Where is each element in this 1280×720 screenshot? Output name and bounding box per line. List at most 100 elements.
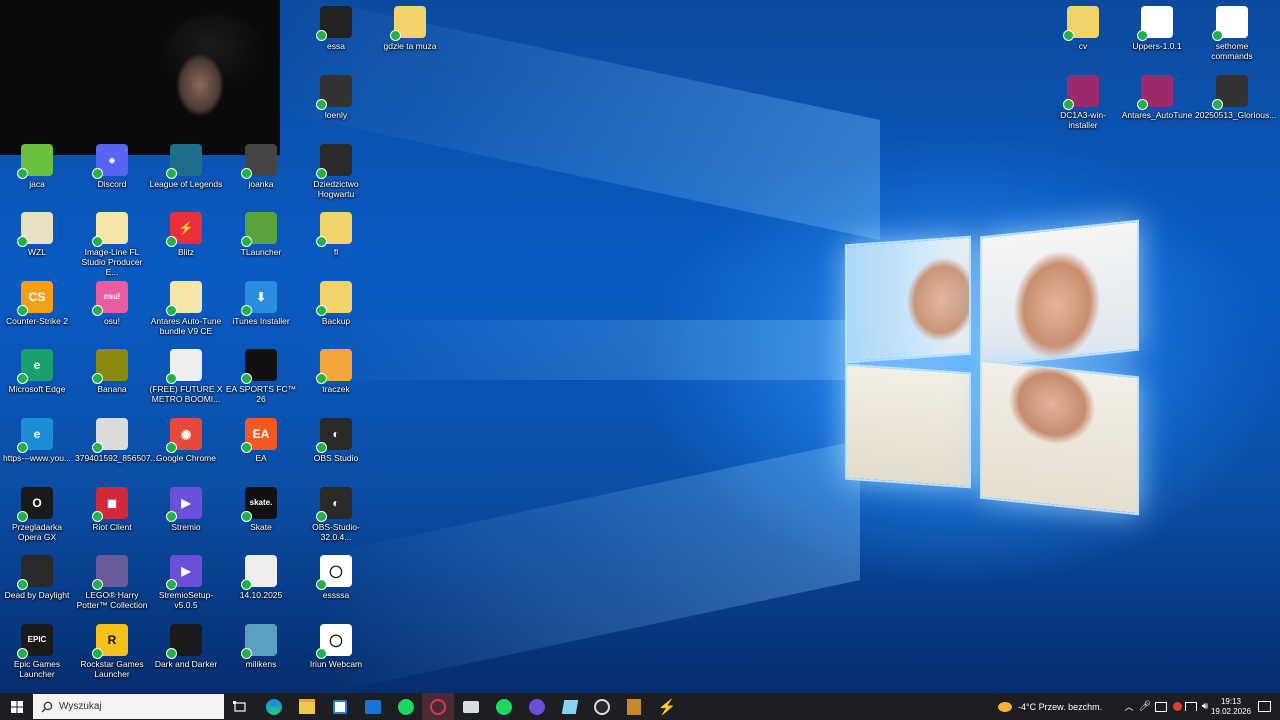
desktop-icon[interactable]: 20250513_Glorious... (1195, 75, 1276, 120)
desktop-icon[interactable]: EA EA (224, 418, 298, 463)
desktop-icon-label: 379401592_856507... (75, 453, 158, 463)
desktop-icon-image: e (17, 418, 53, 453)
desktop-icon[interactable]: loenly (299, 75, 373, 120)
desktop-icon[interactable]: CS Counter-Strike 2 (0, 281, 74, 326)
outlook-icon (365, 699, 381, 714)
taskbar-discord[interactable] (525, 693, 549, 720)
desktop-icon[interactable]: ▶ StremioSetup-v5.0.5 (149, 555, 223, 610)
desktop-icon[interactable]: ⚡ Blitz (149, 212, 223, 257)
weather-widget[interactable]: -4°C Przew. bezchm. (998, 693, 1113, 720)
sync-status-icon (166, 579, 177, 590)
desktop-icon[interactable]: traczek (299, 349, 373, 394)
desktop-icon-label: essa (327, 41, 345, 51)
desktop-icon-image (17, 555, 53, 590)
desktop-icon[interactable]: ◐ OBS Studio (299, 418, 373, 463)
desktop-icon[interactable]: jaca (0, 144, 74, 189)
notification-center[interactable] (1252, 693, 1276, 720)
desktop-icon[interactable]: Image-Line FL Studio Producer E... (75, 212, 149, 277)
taskbar-spotify-2[interactable] (492, 693, 516, 720)
taskbar-edge[interactable] (262, 693, 286, 720)
taskbar-file-explorer[interactable] (295, 693, 319, 720)
store-icon (333, 699, 347, 714)
taskbar-app-folder[interactable] (622, 693, 646, 720)
desktop-icon-image (92, 349, 128, 384)
desktop-icon[interactable]: Antares Auto-Tune bundle V9 CE (149, 281, 223, 336)
desktop-icon[interactable]: Banana (75, 349, 149, 394)
desktop-icon-label: EA SPORTS FC™ 26 (225, 384, 297, 404)
search-placeholder: Wyszukaj (59, 701, 102, 712)
start-button[interactable] (4, 693, 30, 720)
desktop-icon[interactable]: R Rockstar Games Launcher (75, 624, 149, 679)
desktop-icon[interactable]: skate. Skate (224, 487, 298, 532)
desktop-icon[interactable]: O Przegladarka Opera GX (0, 487, 74, 542)
taskbar-outlook[interactable] (361, 693, 385, 720)
tray-app[interactable] (1170, 693, 1184, 720)
desktop-icon[interactable]: milikens (224, 624, 298, 669)
desktop-icon[interactable]: sethome commands (1195, 6, 1269, 61)
task-view-button[interactable] (228, 693, 252, 720)
taskbar-app-blue[interactable] (558, 693, 582, 720)
sync-status-icon (92, 511, 103, 522)
desktop-icon[interactable]: ◼ Riot Client (75, 487, 149, 532)
desktop-icon[interactable]: e https---www.you... (0, 418, 74, 463)
desktop-icon[interactable]: essa (299, 6, 373, 51)
sync-status-icon (92, 648, 103, 659)
desktop-icon[interactable]: LEGO® Harry Potter™ Collection (75, 555, 149, 610)
desktop-icon[interactable]: EA SPORTS FC™ 26 (224, 349, 298, 404)
desktop-icon[interactable]: ◯ essssa (299, 555, 373, 600)
taskbar-store[interactable] (328, 693, 352, 720)
desktop-icon[interactable]: ⬇ iTunes Installer (224, 281, 298, 326)
desktop-icon[interactable]: Dziedzictwo Hogwartu (299, 144, 373, 199)
desktop-icon[interactable]: Dead by Daylight (0, 555, 74, 600)
desktop-icon[interactable]: ◯ Iriun Webcam (299, 624, 373, 669)
desktop-icon-image (241, 144, 277, 179)
taskbar-blitz[interactable]: ⚡ (655, 693, 679, 720)
sync-status-icon (17, 579, 28, 590)
desktop-icon[interactable]: cv (1046, 6, 1120, 51)
desktop-icon[interactable]: WZL (0, 212, 74, 257)
taskbar-search-box[interactable]: Wyszukaj (33, 694, 224, 719)
desktop-icon[interactable]: osu! osu! (75, 281, 149, 326)
sync-status-icon (316, 648, 327, 659)
desktop-icon[interactable]: (FREE) FUTURE X METRO BOOMI... (149, 349, 223, 404)
desktop-icon[interactable]: DC1A3-win-installer (1046, 75, 1120, 130)
blitz-icon: ⚡ (657, 698, 677, 716)
tray-volume[interactable]: 🔊︎ (1198, 693, 1212, 720)
desktop-icon-image (1063, 75, 1099, 110)
desktop-icon-label: joanka (248, 179, 274, 189)
tray-display[interactable] (1154, 693, 1168, 720)
desktop-icon[interactable]: gdzie ta muza (373, 6, 447, 51)
desktop-icon[interactable]: EPIC Epic Games Launcher (0, 624, 74, 679)
desktop-icon-label: OBS-Studio-32.0.4... (312, 522, 360, 542)
desktop-icon[interactable]: ◉ Google Chrome (149, 418, 223, 463)
desktop-icon[interactable]: fl (299, 212, 373, 257)
taskbar-spotify[interactable] (394, 693, 418, 720)
desktop-icon[interactable]: ● Discord (75, 144, 149, 189)
desktop-icon[interactable]: 14.10.2025 (224, 555, 298, 600)
desktop-icon[interactable]: League of Legends (149, 144, 223, 189)
desktop-icon-image: CS (17, 281, 53, 316)
desktop-icon[interactable]: Uppers-1.0.1 (1120, 6, 1194, 51)
desktop-icon[interactable]: ◐ OBS-Studio-32.0.4... (299, 487, 373, 542)
sync-status-icon (316, 442, 327, 453)
taskbar-obs[interactable] (590, 693, 614, 720)
tray-chevron[interactable]: ︿ (1122, 693, 1136, 720)
desktop-icon-label: https---www.you... (2, 453, 72, 463)
tray-microphone[interactable]: 🎤︎ (1138, 693, 1152, 720)
sync-status-icon (166, 373, 177, 384)
desktop-icon[interactable]: 379401592_856507... (75, 418, 158, 463)
taskbar-app-mail[interactable] (459, 693, 483, 720)
desktop-icon[interactable]: ▶ Stremio (149, 487, 223, 532)
tray-network[interactable] (1184, 693, 1198, 720)
desktop-icon[interactable]: Antares_AutoTune (1120, 75, 1194, 120)
taskbar-app-active[interactable] (422, 693, 454, 720)
desktop-icon[interactable]: Dark and Darker (149, 624, 223, 669)
desktop-icon-image (92, 555, 128, 590)
tray-clock[interactable]: 19:13 19.02.2026 (1211, 693, 1251, 720)
desktop-icon[interactable]: TLauncher (224, 212, 298, 257)
desktop-icon[interactable]: Backup (299, 281, 373, 326)
desktop-icon[interactable]: e Microsoft Edge (0, 349, 74, 394)
desktop-icon-label: Dziedzictwo Hogwartu (313, 179, 359, 199)
desktop-icon[interactable]: joanka (224, 144, 298, 189)
volume-icon: 🔊︎ (1201, 701, 1209, 712)
